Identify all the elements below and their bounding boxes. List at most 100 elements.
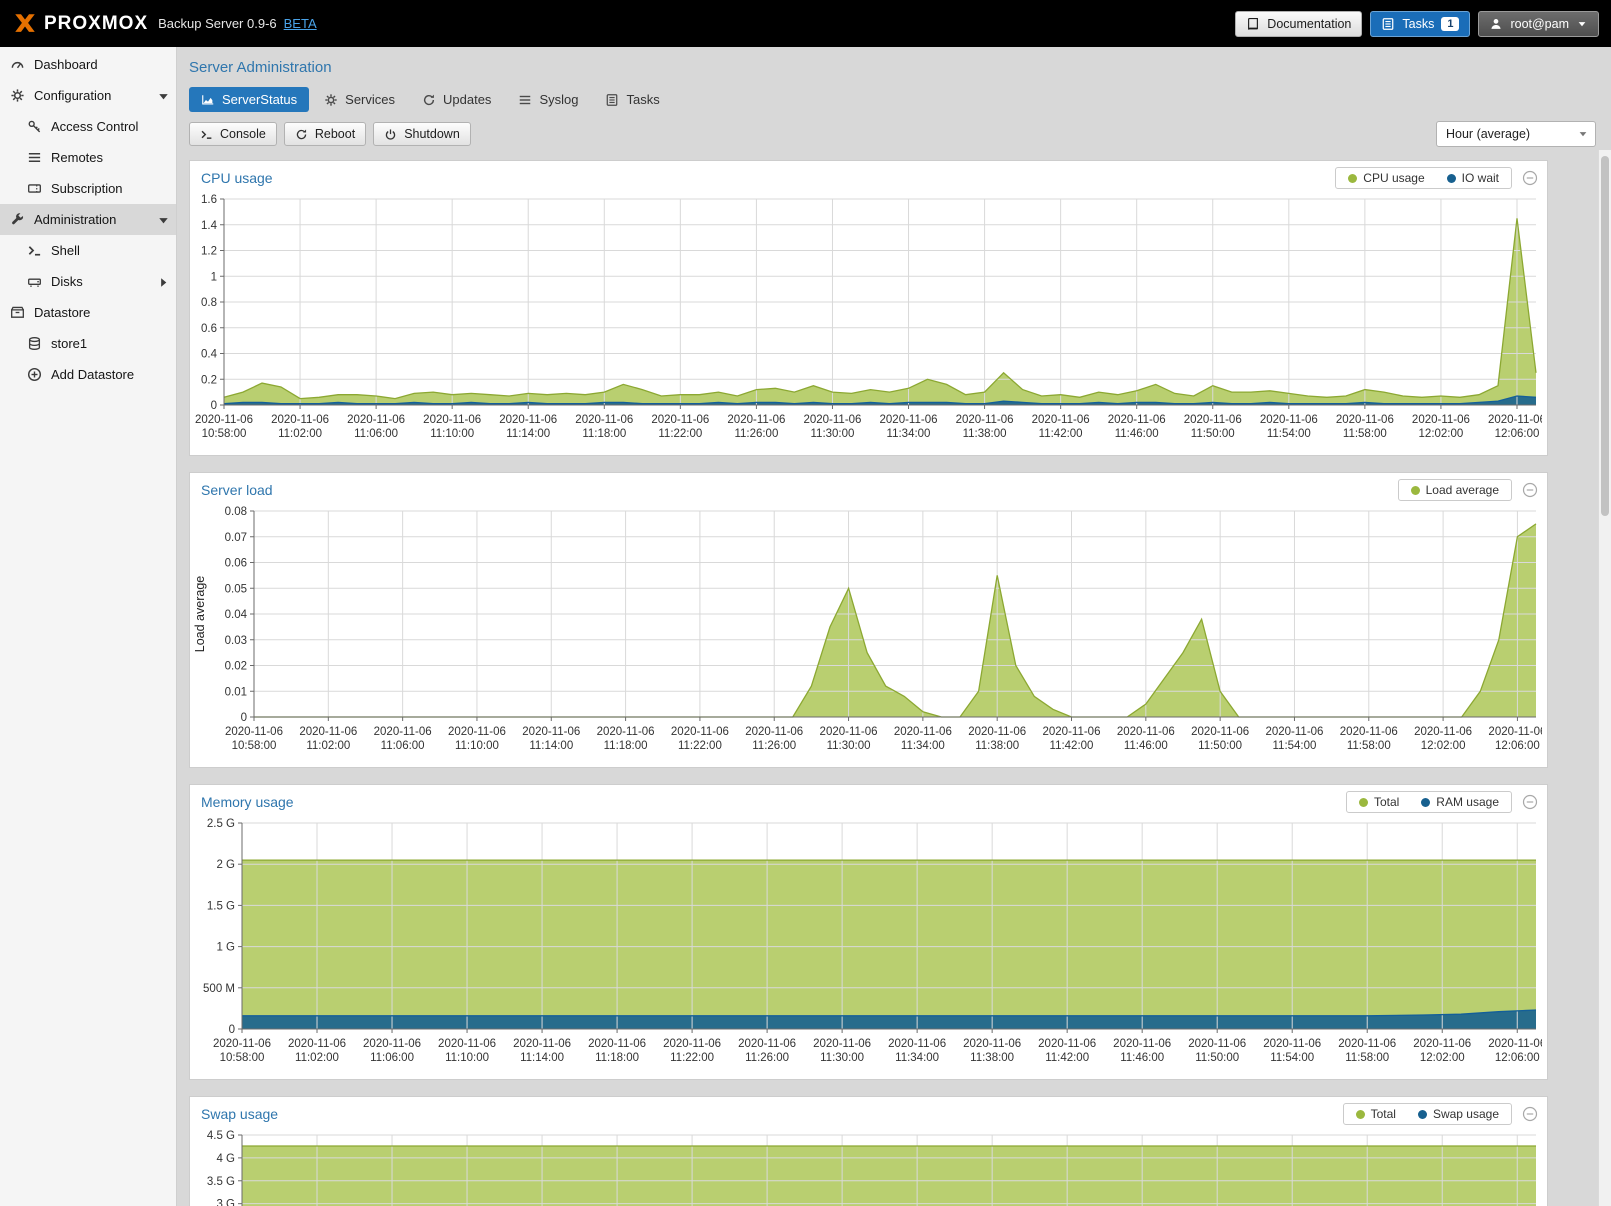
terminal-icon <box>27 243 42 258</box>
reboot-icon <box>295 128 308 141</box>
sidebar-item-label: Administration <box>34 212 116 227</box>
ticket-icon <box>27 181 42 196</box>
svg-text:2.5 G: 2.5 G <box>207 818 235 830</box>
tab-syslog[interactable]: Syslog <box>506 87 590 112</box>
beta-link[interactable]: BETA <box>284 16 317 31</box>
sidebar-item-disks[interactable]: Disks <box>0 266 176 297</box>
legend-item-cpu-usage[interactable]: CPU usage <box>1348 171 1424 185</box>
panel-title: Server load <box>201 482 1398 498</box>
console-button[interactable]: Console <box>189 122 277 146</box>
power-icon <box>384 128 397 141</box>
svg-text:1.6: 1.6 <box>201 194 217 206</box>
terminal-icon <box>200 128 213 141</box>
timerange-value: Hour (average) <box>1446 127 1530 141</box>
tasks-button[interactable]: Tasks 1 <box>1370 11 1470 37</box>
legend-item-ram-usage[interactable]: RAM usage <box>1421 795 1499 809</box>
collapse-panel-button[interactable] <box>1522 170 1538 186</box>
sidebar-item-subscription[interactable]: Subscription <box>0 173 176 204</box>
box-icon <box>10 305 25 320</box>
user-menu-button[interactable]: root@pam <box>1478 11 1599 37</box>
panel-title: Memory usage <box>201 794 1346 810</box>
svg-text:11:42:00: 11:42:00 <box>1045 1052 1089 1064</box>
sidebar-item-datastore[interactable]: Datastore <box>0 297 176 328</box>
legend-item-total[interactable]: Total <box>1359 795 1399 809</box>
proxmox-x-logo-icon <box>12 11 38 37</box>
tab-services[interactable]: Services <box>312 87 407 112</box>
reboot-button[interactable]: Reboot <box>284 122 366 146</box>
legend-item-total[interactable]: Total <box>1356 1107 1396 1121</box>
svg-text:2020-11-06: 2020-11-06 <box>423 414 481 426</box>
legend-item-load-average[interactable]: Load average <box>1411 483 1499 497</box>
panel-title: CPU usage <box>201 170 1335 186</box>
tab-label: Tasks <box>626 92 659 107</box>
svg-text:11:30:00: 11:30:00 <box>827 740 871 752</box>
chevron-down-icon <box>1576 18 1588 30</box>
svg-text:10:58:00: 10:58:00 <box>220 1052 265 1064</box>
svg-text:2020-11-06: 2020-11-06 <box>1336 414 1394 426</box>
svg-text:1.5 G: 1.5 G <box>207 900 235 912</box>
legend-item-io-wait[interactable]: IO wait <box>1447 171 1499 185</box>
tab-serverstatus[interactable]: ServerStatus <box>189 87 309 112</box>
svg-text:11:10:00: 11:10:00 <box>445 1052 489 1064</box>
console-label: Console <box>220 127 266 141</box>
sidebar-item-administration[interactable]: Administration <box>0 204 176 235</box>
svg-text:2020-11-06: 2020-11-06 <box>448 726 506 738</box>
svg-text:0: 0 <box>241 712 247 724</box>
sidebar-item-remotes[interactable]: Remotes <box>0 142 176 173</box>
expanded-caret-icon[interactable] <box>156 213 171 228</box>
sidebar-item-configuration[interactable]: Configuration <box>0 80 176 111</box>
svg-text:11:58:00: 11:58:00 <box>1347 740 1391 752</box>
documentation-button[interactable]: Documentation <box>1235 11 1362 37</box>
svg-text:12:06:00: 12:06:00 <box>1495 740 1540 752</box>
svg-text:12:02:00: 12:02:00 <box>1420 1052 1465 1064</box>
svg-text:11:58:00: 11:58:00 <box>1345 1052 1389 1064</box>
svg-text:11:18:00: 11:18:00 <box>604 740 648 752</box>
svg-text:0.2: 0.2 <box>201 374 217 386</box>
svg-text:2020-11-06: 2020-11-06 <box>651 414 709 426</box>
collapse-panel-button[interactable] <box>1522 1106 1538 1122</box>
tab-updates[interactable]: Updates <box>410 87 503 112</box>
svg-text:2020-11-06: 2020-11-06 <box>522 726 580 738</box>
scrollbar-thumb[interactable] <box>1601 156 1609 516</box>
svg-text:2020-11-06: 2020-11-06 <box>1117 726 1175 738</box>
sidebar-item-store1[interactable]: store1 <box>0 328 176 359</box>
svg-text:2020-11-06: 2020-11-06 <box>597 726 655 738</box>
chevron-down-icon <box>1577 128 1589 140</box>
legend-item-swap-usage[interactable]: Swap usage <box>1418 1107 1499 1121</box>
sidebar-item-dashboard[interactable]: Dashboard <box>0 49 176 80</box>
vertical-scrollbar[interactable] <box>1598 150 1611 1206</box>
svg-text:11:22:00: 11:22:00 <box>678 740 722 752</box>
svg-text:3 G: 3 G <box>216 1199 235 1206</box>
svg-text:2020-11-06: 2020-11-06 <box>1488 726 1542 738</box>
shutdown-label: Shutdown <box>404 127 460 141</box>
svg-text:0.07: 0.07 <box>225 532 247 544</box>
tab-tasks[interactable]: Tasks <box>593 87 671 112</box>
collapse-panel-button[interactable] <box>1522 794 1538 810</box>
svg-text:11:38:00: 11:38:00 <box>970 1052 1014 1064</box>
plus-circle-icon <box>27 367 42 382</box>
svg-text:11:42:00: 11:42:00 <box>1039 428 1083 440</box>
svg-text:11:38:00: 11:38:00 <box>963 428 1007 440</box>
collapsed-caret-icon[interactable] <box>156 275 171 290</box>
expanded-caret-icon[interactable] <box>156 89 171 104</box>
svg-text:11:10:00: 11:10:00 <box>455 740 499 752</box>
svg-text:11:42:00: 11:42:00 <box>1050 740 1094 752</box>
swap-usage-chart: 0500 M1 G1.5 G2 G2.5 G3 G3.5 G4 G4.5 G20… <box>190 1129 1542 1206</box>
svg-text:4 G: 4 G <box>216 1153 235 1165</box>
sidebar-item-shell[interactable]: Shell <box>0 235 176 266</box>
svg-text:11:34:00: 11:34:00 <box>901 740 945 752</box>
sidebar-item-add-datastore[interactable]: Add Datastore <box>0 359 176 390</box>
svg-text:11:14:00: 11:14:00 <box>520 1052 564 1064</box>
svg-text:2020-11-06: 2020-11-06 <box>820 726 878 738</box>
tasks-icon <box>605 93 619 107</box>
timerange-select[interactable]: Hour (average) <box>1436 121 1596 147</box>
sidebar-item-access-control[interactable]: Access Control <box>0 111 176 142</box>
panel-header: Memory usage Total RAM usage <box>190 785 1547 815</box>
shutdown-button[interactable]: Shutdown <box>373 122 471 146</box>
svg-text:0.01: 0.01 <box>225 686 247 698</box>
tab-label: ServerStatus <box>222 92 297 107</box>
svg-text:2020-11-06: 2020-11-06 <box>213 1038 271 1050</box>
brand-wordmark: PROXMOX <box>44 13 148 35</box>
svg-text:10:58:00: 10:58:00 <box>232 740 277 752</box>
collapse-panel-button[interactable] <box>1522 482 1538 498</box>
